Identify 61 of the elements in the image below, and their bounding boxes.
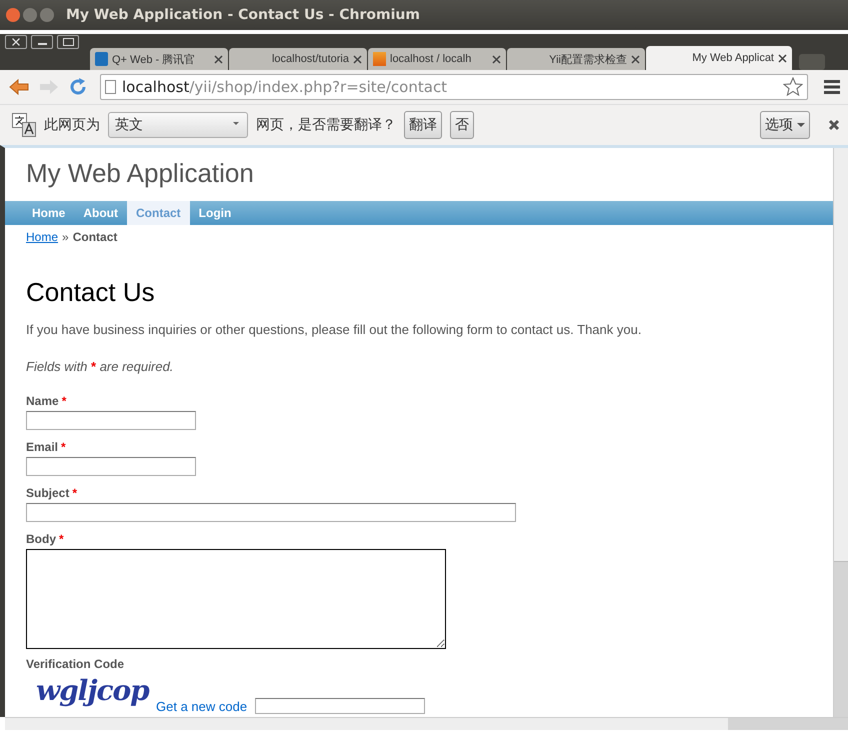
maximize-icon[interactable]: [57, 35, 79, 49]
back-arrow-icon[interactable]: [8, 78, 30, 96]
menu-icon[interactable]: [824, 80, 840, 94]
browser-tab[interactable]: localhost/tutoria: [229, 48, 367, 70]
translate-icon: [12, 113, 36, 137]
field-label: Subject: [26, 486, 70, 500]
input-field[interactable]: [26, 503, 516, 522]
address-bar[interactable]: localhost/yii/shop/index.php?r=site/contact: [100, 74, 808, 100]
reload-icon[interactable]: [68, 77, 88, 97]
minimize-icon[interactable]: [31, 35, 53, 49]
required-mark: *: [72, 486, 78, 500]
close-icon[interactable]: [631, 54, 640, 64]
options-button[interactable]: 选项: [760, 111, 810, 139]
close-icon[interactable]: [5, 35, 27, 49]
star-icon[interactable]: [783, 77, 803, 97]
close-icon[interactable]: [492, 54, 501, 64]
required-note: Fields with * are required.: [26, 359, 174, 374]
new-code-link[interactable]: Get a new code: [156, 699, 248, 714]
translate-label: 此网页为: [44, 116, 100, 134]
input-field[interactable]: [26, 549, 446, 649]
field-label: Body: [26, 532, 56, 546]
vertical-scrollbar[interactable]: [833, 148, 848, 717]
logo-icon: [95, 52, 108, 66]
close-icon[interactable]: [828, 119, 840, 131]
close-icon[interactable]: [214, 54, 223, 64]
no-button[interactable]: 否: [450, 111, 474, 139]
logo-icon: [373, 52, 386, 66]
browser-tab[interactable]: My Web Applicat: [646, 46, 792, 70]
url-text: localhost/yii/shop/index.php?r=site/contact: [122, 78, 448, 96]
tab-title: localhost / localh: [390, 53, 472, 65]
language-select[interactable]: 英文: [108, 112, 248, 138]
browser-tab[interactable]: Yii配置需求检查: [507, 48, 645, 70]
required-mark: *: [61, 440, 66, 454]
breadcrumb-link[interactable]: Home: [26, 230, 58, 244]
field-label: Email: [26, 440, 58, 454]
captcha-image: wgljcop: [35, 674, 148, 707]
translate-button[interactable]: 翻译: [404, 111, 442, 139]
field-label: Verification Code: [26, 657, 124, 671]
required-mark: *: [59, 532, 64, 546]
tab-title: My Web Applicat: [692, 52, 774, 64]
input-field[interactable]: [255, 698, 426, 714]
translate-question: 网页，是否需要翻译？: [256, 116, 396, 134]
input-field[interactable]: [26, 457, 196, 476]
tab-title: Yii配置需求检查: [549, 52, 627, 66]
browser-tab[interactable]: localhost / localh: [368, 48, 506, 70]
close-icon[interactable]: [778, 54, 787, 62]
page-icon: [105, 80, 116, 94]
browser-tab[interactable]: Q+ Web - 腾讯官: [90, 48, 228, 70]
site-title: My Web Application: [25, 157, 255, 190]
window-title: My Web Application - Contact Us - Chromium: [66, 7, 420, 23]
page-heading: Contact Us: [26, 277, 156, 308]
close-icon[interactable]: [353, 54, 362, 64]
tab-title: localhost/tutoria: [272, 53, 349, 65]
required-mark: *: [62, 394, 66, 408]
breadcrumb-separator: »: [62, 230, 69, 244]
input-field[interactable]: [26, 411, 196, 430]
intro-text: If you have business inquiries or other questions, please fill out the following form to contact us. Thank you.: [26, 322, 642, 337]
horizontal-scrollbar[interactable]: [5, 717, 848, 730]
field-label: Name: [26, 394, 59, 408]
tab-title: Q+ Web - 腾讯官: [112, 52, 196, 66]
breadcrumb-current: Contact: [72, 230, 118, 244]
